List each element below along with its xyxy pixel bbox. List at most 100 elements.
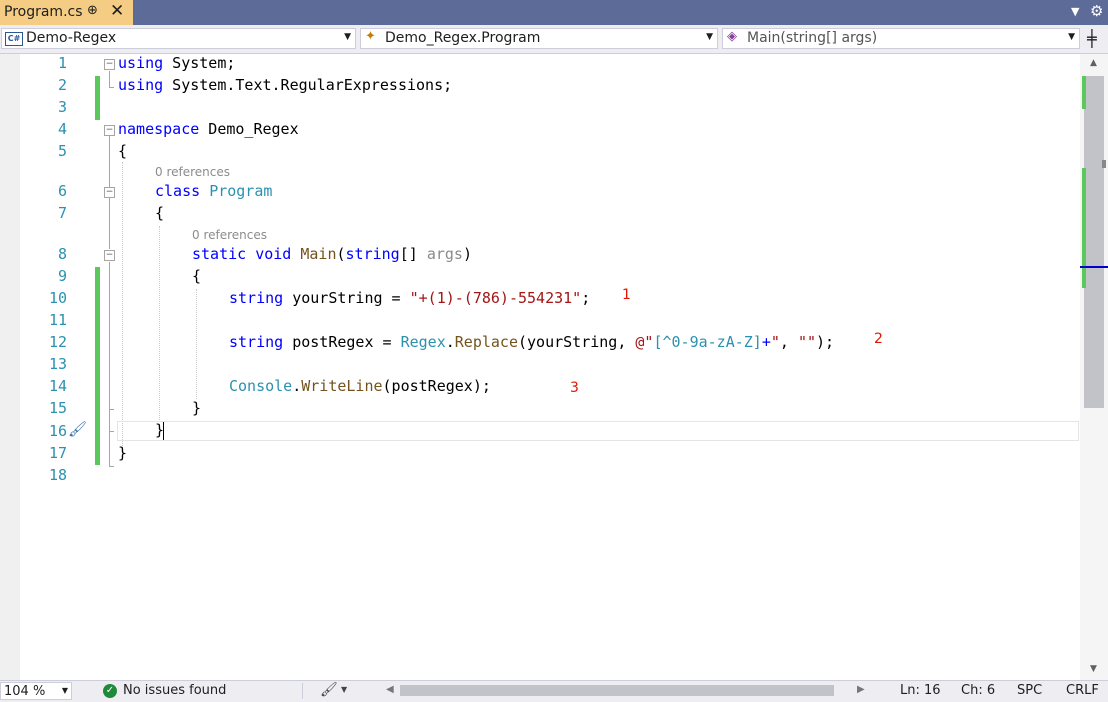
- divider: [302, 683, 303, 699]
- scroll-right-arrow-icon[interactable]: ▶: [857, 684, 865, 695]
- collapse-toggle[interactable]: −: [104, 59, 115, 70]
- class-dropdown-label: Demo_Regex.Program: [385, 30, 540, 46]
- class-dropdown[interactable]: ✦ Demo_Regex.Program ▼: [360, 28, 718, 49]
- scrollbar-marker: [1102, 160, 1106, 168]
- code-line-6: class Program: [155, 182, 272, 200]
- navigation-bar: C# Demo-Regex ▼ ✦ Demo_Regex.Program ▼ ◈…: [0, 25, 1108, 54]
- csharp-project-icon: C#: [5, 32, 23, 46]
- gear-icon[interactable]: ⚙: [1090, 2, 1103, 20]
- document-tab-strip: Program.cs ⊕ ✕ ▼ ⚙: [0, 0, 1108, 25]
- chevron-down-icon: ▼: [344, 32, 351, 42]
- code-editor[interactable]: 1 2 3 4 5 6 7 8 9 10 11 12 13 14 15 16 1…: [0, 54, 1080, 680]
- member-dropdown-label: Main(string[] args): [747, 30, 877, 46]
- zoom-dropdown[interactable]: 104 % ▼: [0, 682, 72, 700]
- outline-line: [109, 262, 110, 467]
- line-number: 3: [20, 98, 67, 116]
- line-number: 10: [20, 289, 67, 307]
- glyph-margin: [0, 54, 20, 680]
- scroll-left-arrow-icon[interactable]: ◀: [386, 684, 394, 695]
- scroll-up-arrow-icon[interactable]: ▲: [1090, 58, 1097, 68]
- collapse-toggle[interactable]: −: [104, 125, 115, 136]
- outline-line: [109, 409, 114, 410]
- issues-status[interactable]: No issues found: [123, 683, 226, 698]
- codelens-references[interactable]: 0 references: [155, 165, 230, 179]
- tab-title: Program.cs: [4, 4, 83, 20]
- code-line-10: string yourString = "+(1)-(786)-554231";: [229, 289, 590, 307]
- whitespace-indicator[interactable]: SPC: [1017, 683, 1042, 698]
- indent-guide: [196, 289, 197, 399]
- scrollbar-thumb[interactable]: [1084, 76, 1104, 408]
- outline-line: [109, 466, 114, 467]
- line-number: 1: [20, 54, 67, 72]
- annotation-marker: 3: [570, 380, 579, 396]
- tab-program-cs[interactable]: Program.cs ⊕ ✕: [0, 0, 133, 25]
- code-cleanup-brush-icon[interactable]: 🖌: [68, 420, 87, 438]
- line-number: 11: [20, 311, 67, 329]
- line-number: 17: [20, 444, 67, 462]
- scrollbar-change-marker: [1082, 76, 1086, 109]
- member-dropdown[interactable]: ◈ Main(string[] args) ▼: [722, 28, 1080, 49]
- column-indicator[interactable]: Ch: 6: [961, 683, 995, 698]
- line-number: 18: [20, 466, 67, 484]
- code-line-1: using System;: [118, 54, 235, 72]
- chevron-down-icon[interactable]: ▼: [341, 685, 347, 694]
- code-line-15: }: [192, 399, 201, 417]
- code-cleanup-brush-icon[interactable]: 🖌: [320, 682, 338, 698]
- outline-line: [109, 71, 110, 87]
- annotation-marker: 1: [622, 287, 631, 303]
- line-number: 5: [20, 142, 67, 160]
- text-caret: [163, 422, 164, 440]
- current-line-highlight: [117, 421, 1079, 441]
- scrollbar-caret-marker: [1080, 266, 1108, 268]
- line-number: 14: [20, 377, 67, 395]
- line-number: 15: [20, 399, 67, 417]
- line-number: 16: [20, 422, 67, 440]
- check-circle-icon: ✓: [103, 684, 117, 698]
- code-line-8: static void Main(string[] args): [192, 245, 472, 263]
- codelens-references[interactable]: 0 references: [192, 228, 267, 242]
- line-ending-indicator[interactable]: CRLF: [1066, 683, 1099, 698]
- horizontal-scrollbar-thumb[interactable]: [400, 685, 834, 696]
- line-indicator[interactable]: Ln: 16: [900, 683, 941, 698]
- outline-line: [109, 87, 114, 88]
- code-line-5: {: [118, 142, 127, 160]
- line-number: 9: [20, 267, 67, 285]
- line-number: 7: [20, 204, 67, 222]
- code-line-17: }: [118, 444, 127, 462]
- tab-list-dropdown-icon[interactable]: ▼: [1071, 5, 1079, 18]
- change-bar: [95, 267, 100, 465]
- chevron-down-icon: ▼: [62, 686, 68, 695]
- scrollbar-change-marker: [1082, 168, 1086, 288]
- collapse-toggle[interactable]: −: [104, 250, 115, 261]
- code-line-12: string postRegex = Regex.Replace(yourStr…: [229, 333, 834, 351]
- code-line-7: {: [155, 204, 164, 222]
- scroll-down-arrow-icon[interactable]: ▼: [1090, 664, 1097, 674]
- code-line-9: {: [192, 267, 201, 285]
- method-icon: ◈: [727, 29, 737, 44]
- line-number: 12: [20, 333, 67, 351]
- pin-icon[interactable]: ⊕: [87, 3, 98, 18]
- project-dropdown-label: Demo-Regex: [26, 30, 116, 46]
- chevron-down-icon: ▼: [1068, 32, 1075, 42]
- line-number: 8: [20, 245, 67, 263]
- line-number: 13: [20, 355, 67, 373]
- code-line-2: using System.Text.RegularExpressions;: [118, 76, 452, 94]
- editor-status-bar: 104 % ▼ ✓ No issues found 🖌 ▼ ◀ ▶ Ln: 16…: [0, 680, 1108, 702]
- code-line-14: Console.WriteLine(postRegex);: [229, 377, 491, 395]
- outline-line: [109, 199, 110, 249]
- line-number: 4: [20, 120, 67, 138]
- collapse-toggle[interactable]: −: [104, 187, 115, 198]
- project-dropdown[interactable]: C# Demo-Regex ▼: [1, 28, 356, 49]
- outline-line: [109, 431, 114, 432]
- zoom-value: 104 %: [4, 684, 45, 699]
- close-icon[interactable]: ✕: [110, 1, 124, 21]
- line-number: 6: [20, 182, 67, 200]
- annotation-marker: 2: [874, 331, 883, 347]
- class-icon: ✦: [365, 29, 376, 44]
- code-line-4: namespace Demo_Regex: [118, 120, 299, 138]
- split-editor-icon[interactable]: ╪: [1087, 29, 1097, 48]
- indent-guide: [122, 162, 123, 454]
- line-number: 2: [20, 76, 67, 94]
- indent-guide: [159, 226, 160, 422]
- chevron-down-icon: ▼: [706, 32, 713, 42]
